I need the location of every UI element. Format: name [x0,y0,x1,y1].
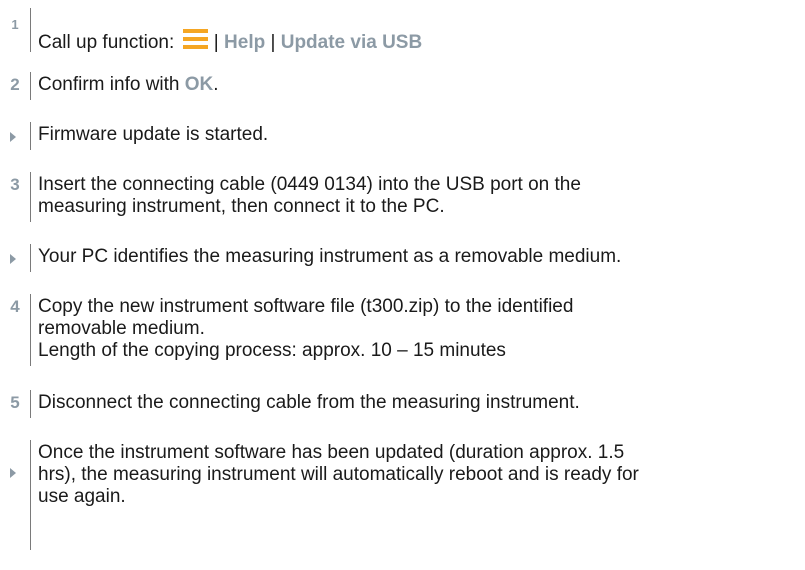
step-text: Call up function: | Help | Update via US… [38,28,795,54]
result-triangle-icon [10,468,16,478]
step-number: 3 [10,175,20,194]
step-divider [30,8,31,52]
help-keyword: Help [224,32,266,53]
result-3: Once the instrument software has been up… [0,440,805,550]
step-divider [30,72,31,100]
result-text: Once the instrument software has been up… [38,442,639,507]
step-3: 3 Insert the connecting cable (0449 0134… [0,172,805,222]
step-divider [30,440,31,550]
step-text: Copy the new instrument software file (t… [38,296,574,361]
result-triangle-icon [10,132,16,142]
menu-lines-icon [182,28,209,49]
step-number: 2 [10,75,20,94]
result-1: Firmware update is started. [0,122,805,150]
step-4: 4 Copy the new instrument software file … [0,294,805,366]
step-divider [30,122,31,150]
step-divider [30,172,31,222]
step-text: Confirm info with OK. [38,74,219,95]
ok-keyword: OK [184,74,214,95]
step-number: 4 [10,297,20,316]
step-2: 2 Confirm info with OK. [0,72,805,100]
result-2: Your PC identifies the measuring instrum… [0,244,805,272]
result-text: Firmware update is started. [38,124,269,145]
step-5: 5 Disconnect the connecting cable from t… [0,390,805,418]
step-number: 1 [11,17,19,32]
update-via-usb-keyword: Update via USB [280,32,423,53]
step-number: 5 [10,393,20,412]
result-triangle-icon [10,254,16,264]
result-text: Your PC identifies the measuring instrum… [38,246,622,267]
step-1: 1 Call up function: | Help | Update via … [0,8,805,54]
step-text: Disconnect the connecting cable from the… [38,392,580,413]
step-divider [30,244,31,272]
step-text: Insert the connecting cable (0449 0134) … [38,174,581,217]
step-divider [30,294,31,366]
step-divider [30,390,31,418]
